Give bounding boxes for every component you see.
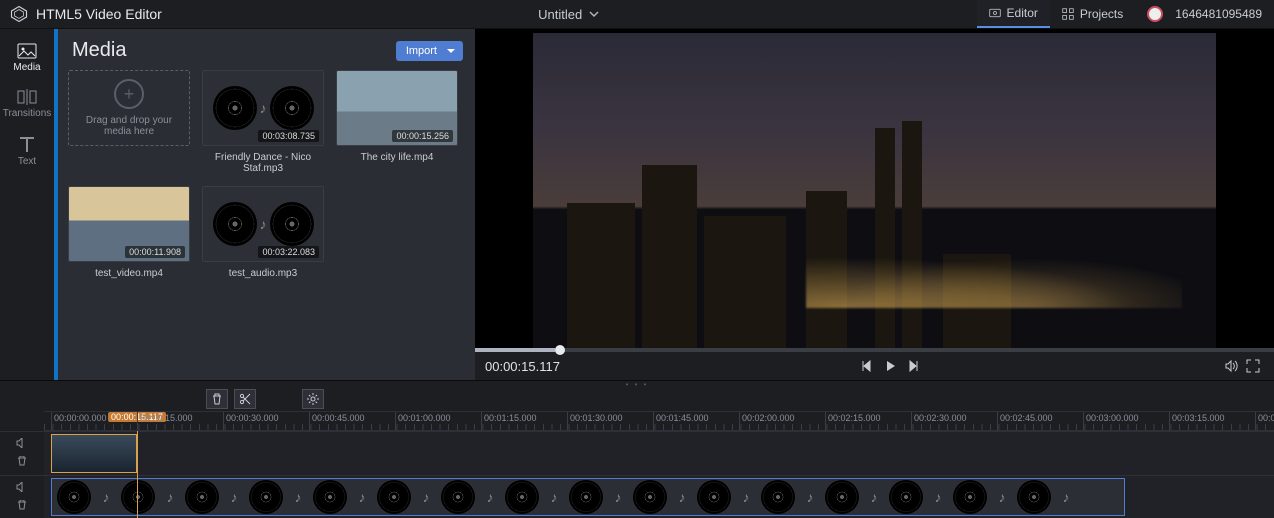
app-title: HTML5 Video Editor — [36, 6, 162, 22]
timeline-ruler[interactable]: 00:00:15.117 00:00:00.00000:00:15.00000:… — [44, 411, 1274, 431]
next-frame-button[interactable] — [901, 355, 923, 377]
nav-editor[interactable]: Editor — [977, 0, 1050, 28]
audio-lane[interactable]: ♪♪♪♪♪♪♪♪♪♪♪♪♪♪♪♪ — [44, 475, 1274, 518]
media-duration: 00:03:22.083 — [258, 246, 319, 258]
media-item[interactable]: ♪00:03:22.083 test_audio.mp3 — [202, 186, 324, 279]
mute-audio-button[interactable] — [16, 481, 28, 495]
rail-text[interactable]: Text — [0, 129, 54, 177]
play-button[interactable] — [879, 355, 901, 377]
media-dropzone[interactable]: + Drag and drop your media here — [68, 70, 190, 174]
media-item[interactable]: 00:00:15.256 The city life.mp4 — [336, 70, 458, 174]
ruler-tick: 00:02:00.000 — [739, 412, 795, 430]
timeline-toolbar — [0, 387, 1274, 411]
prev-frame-button[interactable] — [857, 355, 879, 377]
video-track-head — [0, 431, 44, 475]
media-grid: + Drag and drop your media here ♪00:03:0… — [58, 70, 475, 380]
preview-scrubber[interactable] — [475, 348, 1274, 352]
transitions-icon — [17, 89, 37, 105]
media-thumbnail[interactable]: 00:00:15.256 — [336, 70, 458, 146]
media-filename: The city life.mp4 — [336, 152, 458, 163]
ruler-tick: 00:01:00.000 — [395, 412, 451, 430]
plus-icon: + — [114, 79, 144, 109]
mute-video-button[interactable] — [16, 437, 28, 451]
ruler-tick: 00:00:15.000 — [137, 412, 193, 430]
project-title: Untitled — [538, 7, 582, 22]
media-filename: Friendly Dance - Nico Staf.mp3 — [202, 152, 324, 174]
media-filename: test_audio.mp3 — [202, 268, 324, 279]
volume-button[interactable] — [1220, 355, 1242, 377]
split-button[interactable] — [234, 389, 256, 409]
media-panel-title: Media — [72, 39, 126, 62]
scrubber-handle[interactable] — [555, 345, 565, 355]
ruler-tick: 00:03:15.000 — [1169, 412, 1225, 430]
text-icon — [17, 135, 37, 153]
ruler-tick: 00:00:00.000 — [51, 412, 107, 430]
rail-transitions[interactable]: Transitions — [0, 83, 54, 129]
editor-icon — [989, 7, 1001, 19]
scrubber-fill — [475, 348, 555, 352]
app-logo-icon — [10, 5, 28, 23]
top-bar: HTML5 Video Editor Untitled Editor Proje… — [0, 0, 1274, 29]
import-button[interactable]: Import — [396, 41, 463, 61]
media-thumbnail[interactable]: 00:00:11.908 — [68, 186, 190, 262]
tool-rail: Media Transitions Text — [0, 29, 54, 380]
audio-clip[interactable]: ♪♪♪♪♪♪♪♪♪♪♪♪♪♪♪♪ — [51, 478, 1125, 517]
ruler-tick: 00:02:15.000 — [825, 412, 881, 430]
chevron-down-icon — [588, 8, 600, 20]
top-right: Editor Projects 1646481095489 — [977, 0, 1274, 28]
rail-media[interactable]: Media — [0, 37, 54, 83]
ruler-tick: 00:00:45.000 — [309, 412, 365, 430]
media-duration: 00:00:15.256 — [392, 130, 453, 142]
ruler-tick: 00:03:30.000 — [1255, 412, 1274, 430]
user-menu[interactable]: 1646481095489 — [1135, 0, 1274, 28]
grid-icon — [1062, 8, 1074, 20]
main-area: Media Transitions Text Media Import + Dr… — [0, 29, 1274, 381]
fullscreen-button[interactable] — [1242, 355, 1264, 377]
ruler-tick: 00:01:45.000 — [653, 412, 709, 430]
delete-video-track-button[interactable] — [17, 455, 27, 469]
avatar-icon — [1147, 6, 1163, 22]
media-item[interactable]: 00:00:11.908 test_video.mp4 — [68, 186, 190, 279]
settings-button[interactable] — [302, 389, 324, 409]
video-lane[interactable] — [44, 431, 1274, 475]
ruler-tick: 00:02:30.000 — [911, 412, 967, 430]
media-thumbnail[interactable]: ♪00:03:22.083 — [202, 186, 324, 262]
nav-projects[interactable]: Projects — [1050, 0, 1135, 28]
media-duration: 00:03:08.735 — [258, 130, 319, 142]
timeline-tracks: ♪♪♪♪♪♪♪♪♪♪♪♪♪♪♪♪ — [0, 431, 1274, 518]
preview-controls: 00:00:15.117 — [475, 352, 1274, 380]
preview-timecode: 00:00:15.117 — [485, 359, 560, 374]
project-title-dropdown[interactable]: Untitled — [162, 7, 977, 22]
preview-canvas[interactable] — [533, 33, 1216, 348]
media-duration: 00:00:11.908 — [125, 246, 185, 258]
media-panel: Media Import + Drag and drop your media … — [54, 29, 475, 380]
timeline: 00:00:15.117 00:00:00.00000:00:15.00000:… — [0, 387, 1274, 518]
ruler-row: 00:00:15.117 00:00:00.00000:00:15.00000:… — [0, 411, 1274, 431]
media-item[interactable]: ♪00:03:08.735 Friendly Dance - Nico Staf.… — [202, 70, 324, 174]
delete-button[interactable] — [206, 389, 228, 409]
ruler-tick: 00:01:30.000 — [567, 412, 623, 430]
delete-audio-track-button[interactable] — [17, 499, 27, 513]
preview-panel: 00:00:15.117 — [475, 29, 1274, 380]
ruler-tick: 00:02:45.000 — [997, 412, 1053, 430]
user-id: 1646481095489 — [1175, 7, 1262, 21]
media-filename: test_video.mp4 — [68, 268, 190, 279]
ruler-tick: 00:03:00.000 — [1083, 412, 1139, 430]
audio-track-head — [0, 475, 44, 518]
ruler-tick: 00:00:30.000 — [223, 412, 279, 430]
media-thumbnail[interactable]: ♪00:03:08.735 — [202, 70, 324, 146]
image-icon — [17, 43, 37, 59]
ruler-tick: 00:01:15.000 — [481, 412, 537, 430]
media-panel-header: Media Import — [58, 29, 475, 70]
video-clip[interactable] — [51, 434, 137, 473]
